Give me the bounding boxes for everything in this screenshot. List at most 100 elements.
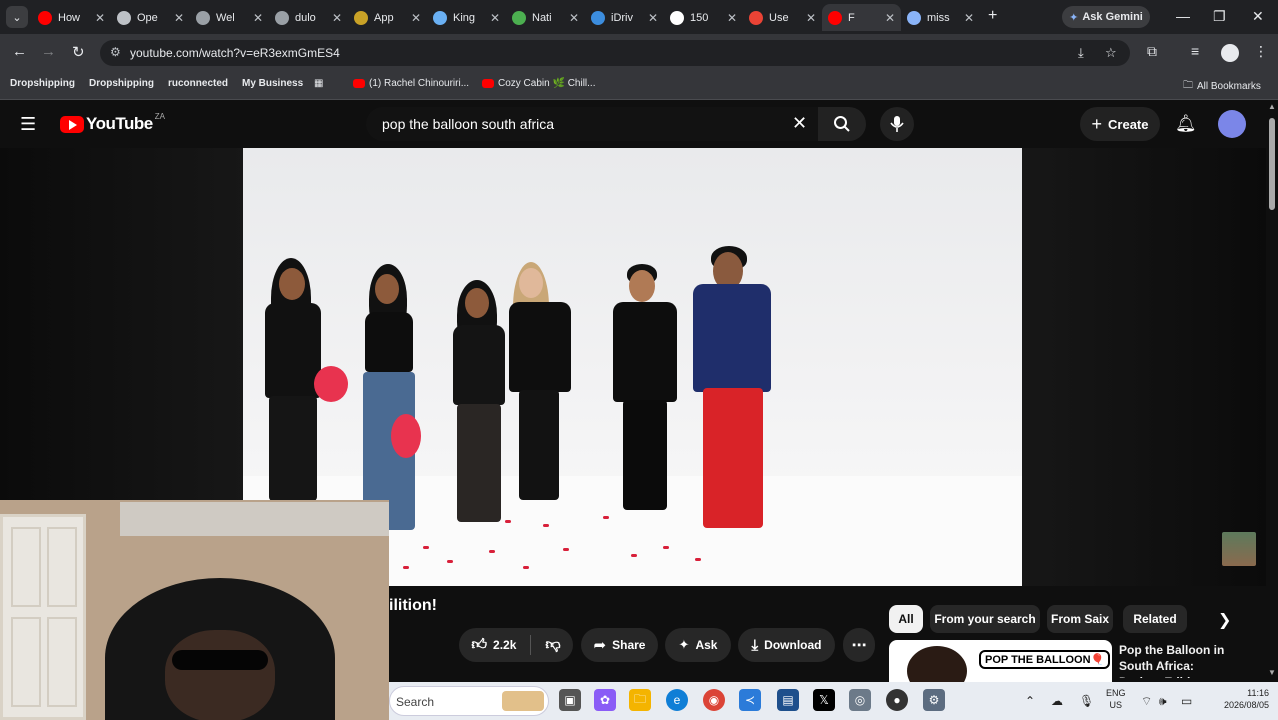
install-icon[interactable]: ⤓ (1078, 45, 1084, 61)
recommended-thumbnail[interactable]: POP THE BALLOON🎈 (889, 640, 1112, 682)
browser-tab[interactable]: App ✕ (348, 4, 427, 31)
apps-grid-icon[interactable]: ▦ (314, 78, 323, 89)
browser-tab[interactable]: Nati ✕ (506, 4, 585, 31)
browser-tab[interactable]: iDriv ✕ (585, 4, 664, 31)
x-app-icon[interactable]: 𝕏 (813, 689, 835, 711)
browser-tab[interactable]: Wel ✕ (190, 4, 269, 31)
page-scrollbar[interactable]: ▲ ▼ (1266, 100, 1278, 680)
vscode-icon[interactable]: ≺ (739, 689, 761, 711)
close-tab-icon[interactable]: ✕ (95, 11, 105, 25)
scroll-down-icon[interactable]: ▼ (1268, 668, 1276, 677)
task-view-icon[interactable]: ▣ (559, 689, 581, 711)
tab-search-icon[interactable]: ⌄ (6, 6, 28, 28)
hamburger-menu-icon[interactable]: ☰ (20, 114, 36, 135)
chrome-icon[interactable]: ◉ (703, 689, 725, 711)
share-button[interactable]: ➦ Share (581, 628, 658, 662)
new-tab-button[interactable]: + (988, 7, 997, 25)
create-button[interactable]: + Create (1080, 107, 1160, 141)
system-clock[interactable]: 11:16 2026/08/05 (1209, 687, 1269, 711)
file-explorer-icon[interactable]: 🗀 (629, 689, 651, 711)
browser-tab[interactable]: Use ✕ (743, 4, 822, 31)
bookmark-star-icon[interactable]: ☆ (1105, 45, 1117, 61)
battery-icon[interactable]: ▭ (1181, 694, 1192, 708)
camera-icon[interactable]: ◎ (849, 689, 871, 711)
back-icon[interactable]: ← (12, 43, 27, 60)
chip-from-saix[interactable]: From Saix (1047, 605, 1113, 633)
restore-icon[interactable]: ❐ (1213, 8, 1226, 25)
browser-tab[interactable]: F ✕ (822, 4, 901, 31)
download-button[interactable]: ⤓ Download (738, 628, 835, 662)
scroll-up-icon[interactable]: ▲ (1268, 102, 1276, 111)
search-box[interactable]: pop the balloon south africa ✕ (366, 107, 820, 141)
close-tab-icon[interactable]: ✕ (964, 11, 974, 25)
taskbar-search-input[interactable]: Search (396, 695, 434, 709)
chip-from-your-search[interactable]: From your search (930, 605, 1040, 633)
notifications-bell-icon[interactable]: 🔔︎ (1175, 114, 1197, 134)
browser-tab[interactable]: Ope ✕ (111, 4, 190, 31)
all-bookmarks[interactable]: 🗀 All Bookmarks (1183, 78, 1261, 95)
close-window-icon[interactable]: ✕ (1252, 8, 1264, 25)
minimize-icon[interactable]: — (1176, 8, 1190, 24)
close-tab-icon[interactable]: ✕ (174, 11, 184, 25)
search-button[interactable] (818, 107, 866, 141)
close-tab-icon[interactable]: ✕ (648, 11, 658, 25)
settings-gear-icon[interactable]: ⚙ (923, 689, 945, 711)
search-input[interactable]: pop the balloon south africa (382, 116, 554, 132)
address-bar[interactable]: ⚙ youtube.com/watch?v=eR3exmGmES4 ⤓ ☆ (100, 40, 1130, 66)
bookmark-item[interactable]: My Business (242, 78, 303, 89)
bookmark-item[interactable]: ruconnected (168, 78, 228, 89)
chip-all[interactable]: All (889, 605, 923, 633)
close-tab-icon[interactable]: ✕ (727, 11, 737, 25)
taskbar-search[interactable]: Search (389, 686, 549, 716)
recommended-title[interactable]: Pop the Balloon in South Africa: Durban … (1119, 642, 1239, 678)
chip-related[interactable]: Related (1123, 605, 1187, 633)
scroll-thumb[interactable] (1269, 118, 1275, 210)
site-info-icon[interactable]: ⚙ (110, 45, 121, 59)
clear-search-icon[interactable]: ✕ (792, 113, 807, 134)
wifi-icon[interactable]: ⌔ (1141, 694, 1152, 709)
ask-button[interactable]: ✦ Ask (665, 628, 731, 662)
close-tab-icon[interactable]: ✕ (253, 11, 263, 25)
tray-app-icon[interactable]: ☁ (1051, 694, 1063, 708)
more-actions-button[interactable]: ⋯ (843, 628, 875, 662)
browser-tab[interactable]: dulo ✕ (269, 4, 348, 31)
code-editor-icon[interactable]: ▤ (777, 689, 799, 711)
forward-icon[interactable]: → (41, 43, 56, 60)
copilot-icon[interactable]: ✿ (594, 689, 616, 711)
extensions-icon[interactable]: ⧉ (1147, 43, 1157, 60)
media-icon[interactable]: ≡ (1191, 43, 1199, 59)
account-avatar[interactable] (1218, 110, 1246, 138)
tray-chevron-up-icon[interactable]: ⌃ (1025, 694, 1035, 708)
reload-icon[interactable]: ↻ (72, 43, 85, 61)
bookmark-item[interactable]: Dropshipping (89, 78, 154, 89)
close-tab-icon[interactable]: ✕ (490, 11, 500, 25)
obs-icon[interactable]: ● (886, 689, 908, 711)
close-tab-icon[interactable]: ✕ (569, 11, 579, 25)
close-tab-icon[interactable]: ✕ (411, 11, 421, 25)
ask-gemini-button[interactable]: ✦ Ask Gemini (1062, 6, 1150, 28)
channel-thumbnail[interactable] (1222, 532, 1256, 566)
tab-strip: ⌄ How ✕ Ope ✕ Wel ✕ dulo ✕ App ✕ King ✕ Nati ✕ iDriv ✕ 1… (0, 0, 1278, 34)
url-text[interactable]: youtube.com/watch?v=eR3exmGmES4 (130, 46, 340, 60)
thumbs-down-icon[interactable]: 👎︎ (545, 636, 560, 654)
close-tab-icon[interactable]: ✕ (885, 11, 895, 25)
browser-tab[interactable]: 150 ✕ (664, 4, 743, 31)
voice-search-button[interactable] (880, 107, 914, 141)
edge-icon[interactable]: e (666, 689, 688, 711)
close-tab-icon[interactable]: ✕ (332, 11, 342, 25)
chevron-right-icon[interactable]: ❯ (1218, 610, 1231, 630)
browser-tab[interactable]: King ✕ (427, 4, 506, 31)
bookmark-item[interactable]: Dropshipping (10, 78, 75, 89)
tray-microphone-icon[interactable]: 🎙︎ (1079, 694, 1094, 708)
volume-icon[interactable]: 🕪︎ (1159, 694, 1167, 709)
close-tab-icon[interactable]: ✕ (806, 11, 816, 25)
bookmark-item[interactable]: Cozy Cabin 🌿 Chill... (482, 78, 595, 89)
more-menu-icon[interactable]: ⋮ (1254, 43, 1268, 60)
browser-tab[interactable]: How ✕ (32, 4, 111, 31)
like-button[interactable]: 👍︎ 2.2k (471, 636, 516, 654)
youtube-logo[interactable]: YouTube ZA (60, 112, 165, 134)
language-indicator[interactable]: ENG US (1106, 687, 1126, 711)
bookmark-item[interactable]: (1) Rachel Chinouriri... (353, 78, 469, 89)
browser-tab[interactable]: miss ✕ (901, 4, 980, 31)
profile-icon[interactable] (1221, 44, 1239, 62)
